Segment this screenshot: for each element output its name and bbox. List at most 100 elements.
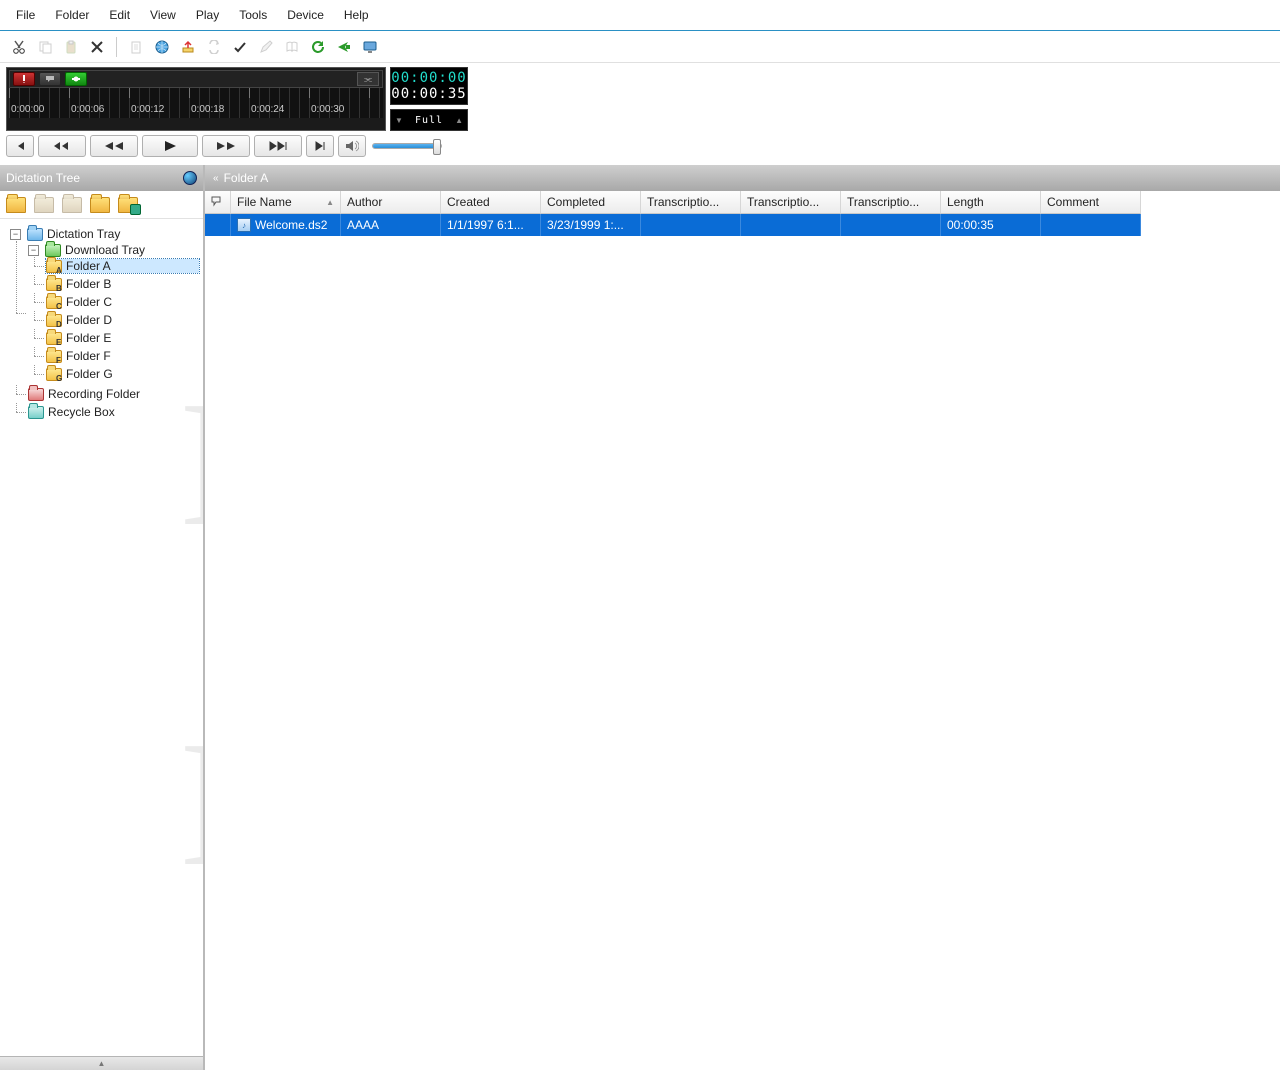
index-marker-button[interactable] xyxy=(65,72,87,86)
priority-marker-button[interactable] xyxy=(13,72,35,86)
send-icon[interactable] xyxy=(333,36,355,58)
transport-controls xyxy=(6,131,1274,159)
row-author[interactable]: AAAA xyxy=(341,214,441,236)
cut-icon[interactable] xyxy=(8,36,30,58)
volume-thumb[interactable] xyxy=(433,139,441,155)
folder-new-icon[interactable] xyxy=(118,197,138,213)
col-length[interactable]: Length xyxy=(941,191,1041,214)
convert-icon[interactable] xyxy=(203,36,225,58)
folder-icon: F xyxy=(46,350,62,363)
row-t2[interactable] xyxy=(741,214,841,236)
ruler-tick: 0:00:30 xyxy=(309,104,369,118)
copy-icon[interactable] xyxy=(34,36,56,58)
col-completed[interactable]: Completed xyxy=(541,191,641,214)
tree-node-folder-c[interactable]: CFolder C xyxy=(46,295,199,309)
folder-dim-icon[interactable] xyxy=(34,197,54,213)
time-display: 00:00:00 00:00:35 xyxy=(390,67,468,105)
screen-icon[interactable] xyxy=(359,36,381,58)
refresh-tree-icon[interactable] xyxy=(183,171,197,185)
lock-icon[interactable]: ⫘ xyxy=(357,72,379,86)
dictation-tree: − Dictation Tray − Download Tray xyxy=(0,219,203,1056)
tree-node-folder-f[interactable]: FFolder F xyxy=(46,349,199,363)
skip-end-button[interactable] xyxy=(306,135,334,157)
row-created[interactable]: 1/1/1997 6:1... xyxy=(441,214,541,236)
forward-button[interactable] xyxy=(202,135,250,157)
collapse-icon[interactable]: − xyxy=(28,245,39,256)
comment-marker-button[interactable] xyxy=(39,72,61,86)
tree-label: Folder B xyxy=(66,277,111,291)
tree-node-recycle-box[interactable]: Recycle Box xyxy=(28,405,199,419)
tray-icon xyxy=(27,228,43,241)
tree-node-folder-b[interactable]: BFolder B xyxy=(46,277,199,291)
tree-label: Recording Folder xyxy=(48,387,140,401)
col-transcription-3[interactable]: Transcriptio... xyxy=(841,191,941,214)
play-button[interactable] xyxy=(142,135,198,157)
volume-slider[interactable] xyxy=(372,143,442,149)
tree-node-folder-a[interactable]: AFolder A xyxy=(46,259,199,273)
tree-node-folder-d[interactable]: D Folder D xyxy=(46,313,199,327)
sidebar-collapse-handle[interactable]: ▲ xyxy=(0,1056,203,1070)
skip-start-button[interactable] xyxy=(6,135,34,157)
menu-view[interactable]: View xyxy=(140,4,186,26)
col-author[interactable]: Author xyxy=(341,191,441,214)
upload-icon[interactable] xyxy=(177,36,199,58)
menu-edit[interactable]: Edit xyxy=(99,4,140,26)
new-dictation-icon[interactable] xyxy=(125,36,147,58)
tree-node-download-tray[interactable]: − Download Tray xyxy=(28,243,199,257)
rewind-button[interactable] xyxy=(90,135,138,157)
menu-tools[interactable]: Tools xyxy=(229,4,277,26)
volume-icon[interactable] xyxy=(338,135,366,157)
menu-help[interactable]: Help xyxy=(334,4,379,26)
row-flag[interactable] xyxy=(205,214,231,236)
col-transcription-1[interactable]: Transcriptio... xyxy=(641,191,741,214)
tree-label: Folder E xyxy=(66,331,111,345)
zoom-full-button[interactable]: ▼ Full ▲ xyxy=(390,109,468,131)
folder-open-icon[interactable] xyxy=(6,197,26,213)
sidebar-title: Dictation Tree xyxy=(6,171,80,185)
col-transcription-2[interactable]: Transcriptio... xyxy=(741,191,841,214)
folder-icon: E xyxy=(46,332,62,345)
collapse-left-icon[interactable]: « xyxy=(213,173,216,184)
row-file-name[interactable]: ♪Welcome.ds2 xyxy=(231,214,341,236)
ruler-tick: 0:00:24 xyxy=(249,104,309,118)
next-index-button[interactable] xyxy=(254,135,302,157)
col-flag[interactable] xyxy=(205,191,231,214)
row-completed[interactable]: 3/23/1999 1:... xyxy=(541,214,641,236)
menu-device[interactable]: Device xyxy=(277,4,334,26)
tree-node-folder-g[interactable]: GFolder G xyxy=(46,367,199,381)
collapse-icon[interactable]: − xyxy=(10,229,21,240)
tree-node-recording-folder[interactable]: Recording Folder xyxy=(28,387,199,401)
tree-node-folder-e[interactable]: E Folder E xyxy=(46,331,199,345)
row-length[interactable]: 00:00:35 xyxy=(941,214,1041,236)
refresh-icon[interactable] xyxy=(307,36,329,58)
timeline-ruler[interactable]: 0:00:00 0:00:06 0:00:12 0:00:18 0:00:24 … xyxy=(9,88,383,118)
tree-label: Folder D xyxy=(66,313,112,327)
folder-icon: C xyxy=(46,296,62,309)
row-t3[interactable] xyxy=(841,214,941,236)
col-created[interactable]: Created xyxy=(441,191,541,214)
menu-play[interactable]: Play xyxy=(186,4,229,26)
row-comment[interactable] xyxy=(1041,214,1141,236)
folder-dim-icon[interactable] xyxy=(62,197,82,213)
edit-icon[interactable] xyxy=(255,36,277,58)
tree-node-dictation-tray[interactable]: − Dictation Tray xyxy=(10,227,199,241)
delete-icon[interactable] xyxy=(86,36,108,58)
col-comment[interactable]: Comment xyxy=(1041,191,1141,214)
check-icon[interactable] xyxy=(229,36,251,58)
player-panel: ⫘ 0:00:00 0:00:06 0:00:12 0:00:18 0:00:2… xyxy=(0,63,1280,165)
separator xyxy=(116,37,117,57)
folder-toolbar xyxy=(0,191,203,219)
folder-icon[interactable] xyxy=(90,197,110,213)
menu-file[interactable]: File xyxy=(6,4,45,26)
folder-icon: D xyxy=(46,314,62,327)
col-file-name[interactable]: File Name▲ xyxy=(231,191,341,214)
sort-asc-icon: ▲ xyxy=(326,198,334,207)
sidebar: Dictation Tree − Dictation Tray xyxy=(0,165,205,1070)
row-t1[interactable] xyxy=(641,214,741,236)
book-icon[interactable] xyxy=(281,36,303,58)
intranet-icon[interactable] xyxy=(151,36,173,58)
menu-folder[interactable]: Folder xyxy=(45,4,99,26)
prev-index-button[interactable] xyxy=(38,135,86,157)
paste-icon[interactable] xyxy=(60,36,82,58)
content-header: « Folder A xyxy=(205,165,1280,191)
